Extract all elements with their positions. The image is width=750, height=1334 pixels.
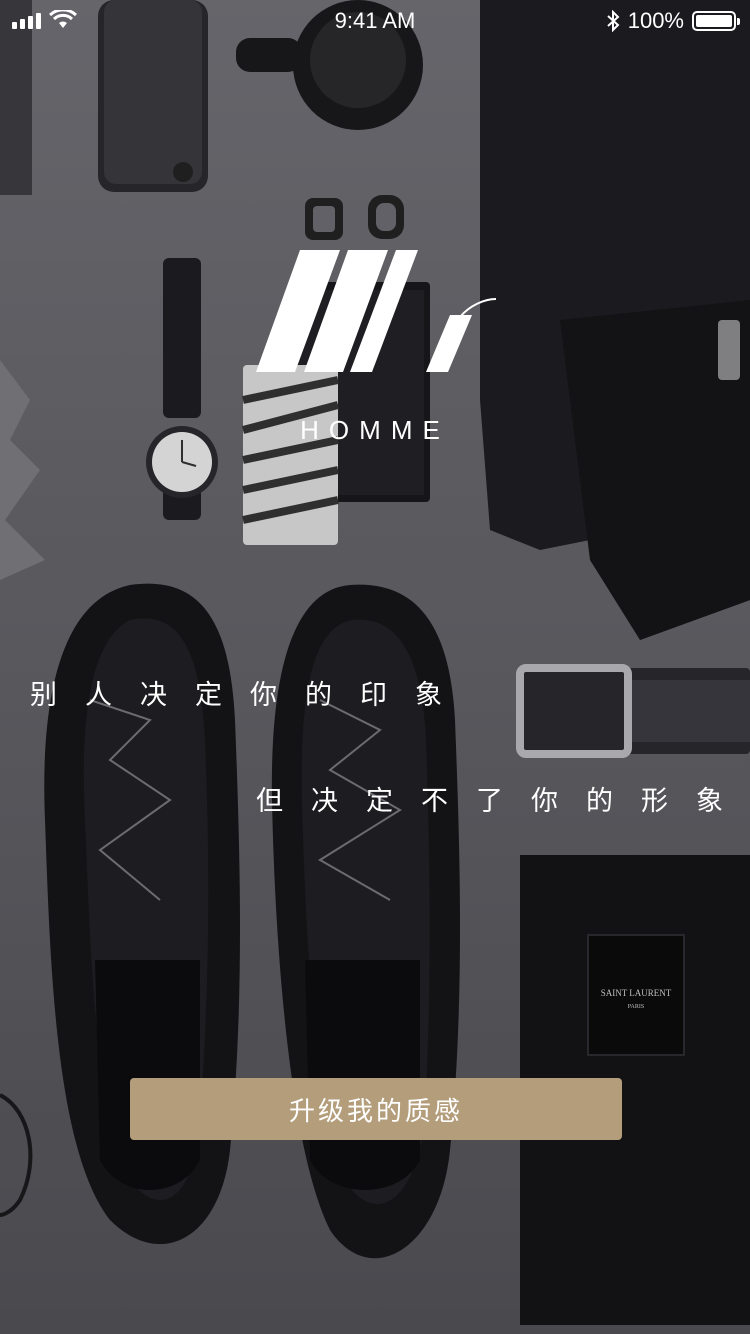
brand-name: HOMME (300, 415, 450, 445)
brand-logo: HOMME (250, 245, 500, 445)
battery-fill (696, 15, 732, 27)
battery-icon (692, 11, 740, 31)
splash-screen: SAINT LAURENT PARIS 9:41 AM 100% HOMME 别… (0, 0, 750, 1334)
bluetooth-icon (607, 10, 620, 32)
slogan-line-1: 别人决定你的印象 (30, 680, 470, 710)
mr-logo-icon (256, 250, 497, 372)
status-bar: 9:41 AM 100% (0, 0, 750, 40)
battery-percent: 100% (627, 8, 684, 33)
status-right: 100% (606, 8, 740, 34)
slogan-line-2: 但决定不了你的形象 (256, 786, 750, 816)
upgrade-button[interactable]: 升级我的质感 (130, 1078, 622, 1140)
